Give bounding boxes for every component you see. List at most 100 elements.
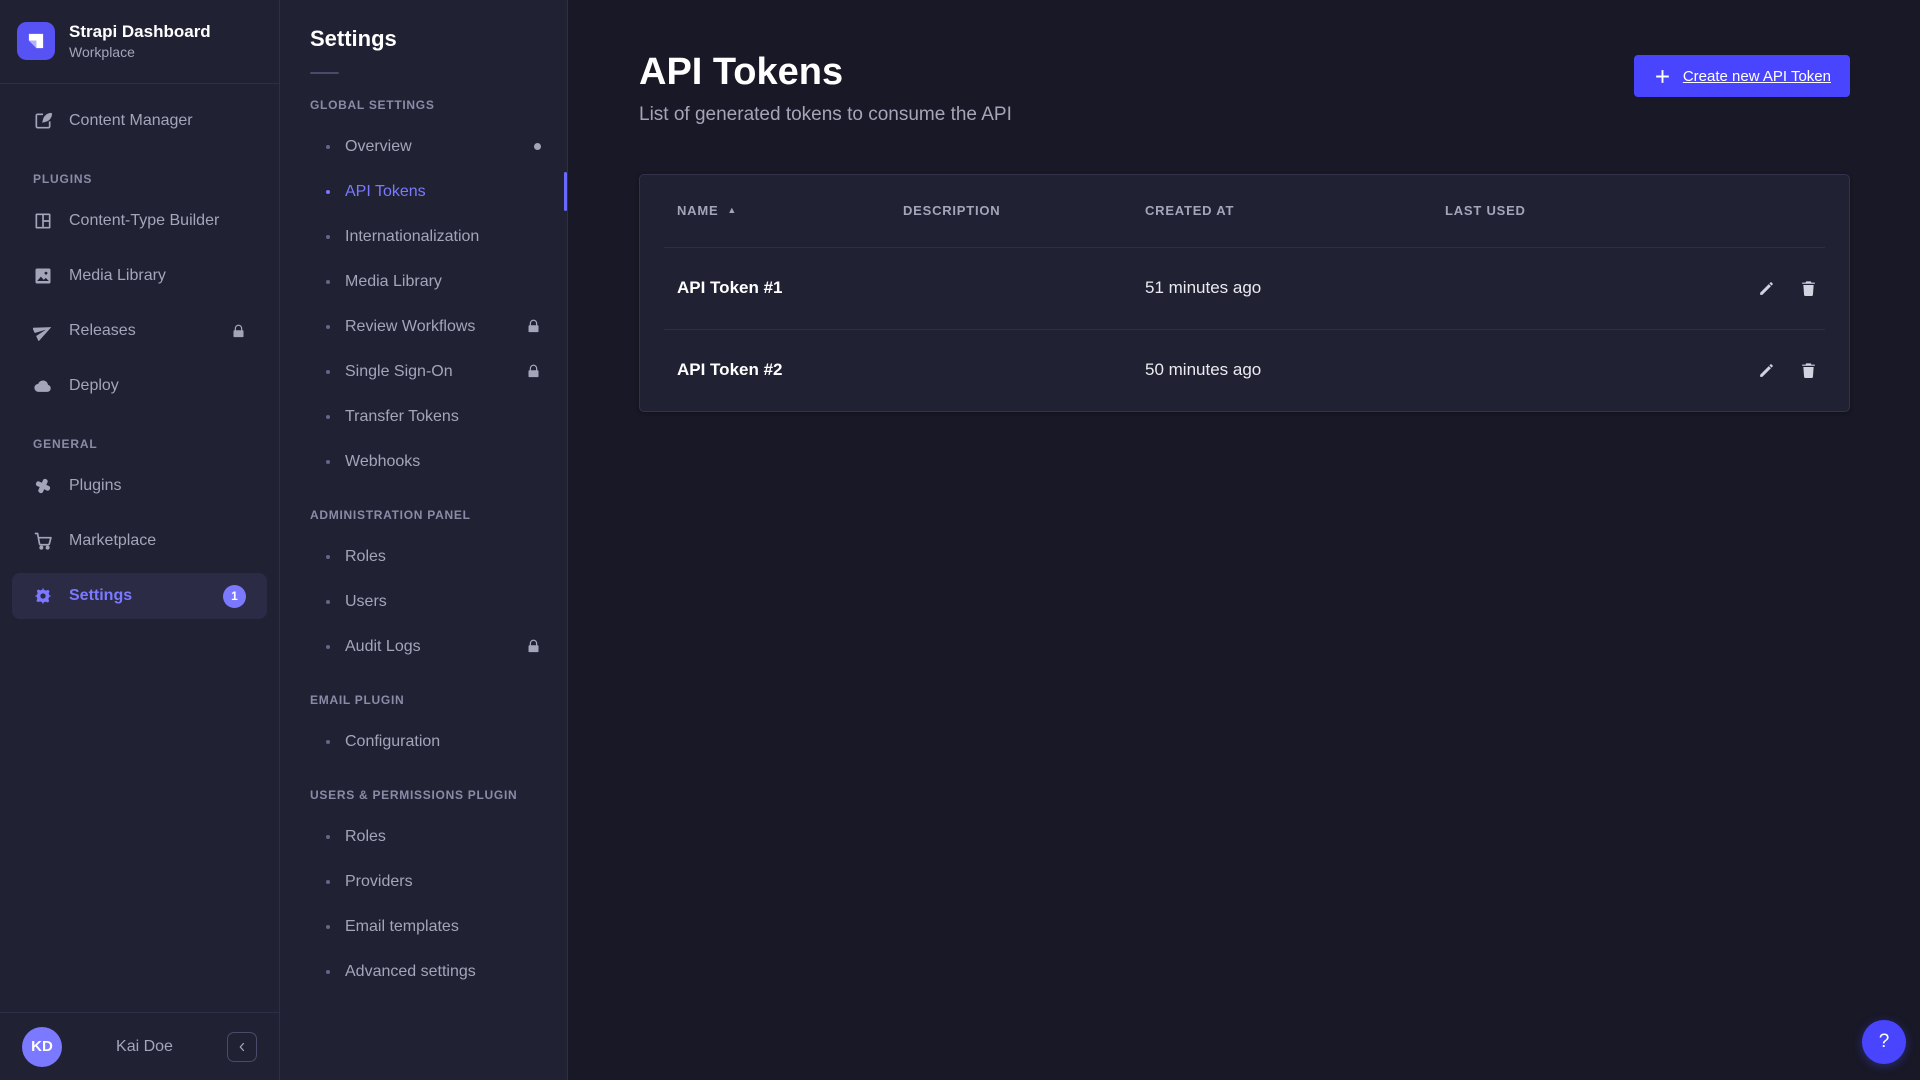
settings-section-header: GLOBAL SETTINGS: [280, 98, 567, 112]
bullet-dot: [326, 835, 330, 839]
settings-nav-item-label: Review Workflows: [345, 318, 475, 336]
bullet-dot: [326, 880, 330, 884]
main-content: API Tokens List of generated tokens to c…: [568, 0, 1920, 1080]
user-menu[interactable]: KD Kai Doe: [0, 1012, 279, 1080]
nav-section: GENERAL Plugins Marketplace Settings 1: [12, 437, 267, 619]
token-name-cell: API Token #1: [677, 278, 903, 298]
settings-nav-item[interactable]: API Tokens: [280, 169, 567, 214]
edit-token-button[interactable]: [1749, 271, 1783, 305]
image-icon: [33, 266, 53, 286]
settings-nav-section: GLOBAL SETTINGS Overview API Tokens Inte…: [280, 98, 567, 484]
settings-nav-list: GLOBAL SETTINGS Overview API Tokens Inte…: [280, 98, 567, 994]
settings-nav-item[interactable]: Media Library: [280, 259, 567, 304]
plus-icon: [1653, 67, 1672, 86]
settings-nav-item[interactable]: Single Sign-On: [280, 349, 567, 394]
settings-nav-item[interactable]: Review Workflows: [280, 304, 567, 349]
nav-item[interactable]: Content Manager: [12, 98, 267, 144]
bullet-dot: [326, 145, 330, 149]
cart-icon: [33, 531, 53, 551]
nav-item-label: Deploy: [69, 377, 119, 395]
bullet-dot: [326, 645, 330, 649]
nav-section-header: PLUGINS: [12, 172, 267, 186]
nav-item[interactable]: Deploy: [12, 363, 267, 409]
bullet-dot: [326, 925, 330, 929]
cloud-icon: [33, 376, 53, 396]
nav-item-label: Marketplace: [69, 532, 156, 550]
settings-nav-item[interactable]: Roles: [280, 534, 567, 579]
column-label: NAME: [677, 203, 718, 218]
settings-nav-item[interactable]: Internationalization: [280, 214, 567, 259]
settings-nav-section: USERS & PERMISSIONS PLUGIN Roles Provide…: [280, 788, 567, 994]
create-api-token-button[interactable]: Create new API Token: [1634, 55, 1850, 97]
notifications-badge: 1: [223, 585, 246, 608]
settings-nav-item[interactable]: Configuration: [280, 719, 567, 764]
column-header[interactable]: LAST USED: [1445, 203, 1723, 218]
feather-icon: [33, 111, 53, 131]
nav-item[interactable]: Plugins: [12, 463, 267, 509]
bullet-dot: [326, 415, 330, 419]
token-name-cell: API Token #2: [677, 360, 903, 380]
avatar[interactable]: KD: [22, 1027, 62, 1067]
nav-section: PLUGINS Content-Type Builder Media Libra…: [12, 172, 267, 409]
settings-nav-item[interactable]: Email templates: [280, 904, 567, 949]
settings-nav-item[interactable]: Roles: [280, 814, 567, 859]
settings-nav-item-label: Overview: [345, 138, 412, 156]
column-label: DESCRIPTION: [903, 203, 1000, 218]
create-button-label: Create new API Token: [1683, 68, 1831, 85]
bullet-dot: [326, 555, 330, 559]
nav-item[interactable]: Settings 1: [12, 573, 267, 619]
paper-plane-icon: [33, 321, 53, 341]
nav-item-label: Releases: [69, 322, 136, 340]
nav-item[interactable]: Releases: [12, 308, 267, 354]
settings-nav-item[interactable]: Users: [280, 579, 567, 624]
bullet-dot: [326, 235, 330, 239]
nav-item-label: Content Manager: [69, 112, 193, 130]
notification-dot: [534, 143, 541, 150]
settings-nav-item-label: Configuration: [345, 733, 440, 751]
lock-icon: [526, 639, 541, 654]
settings-nav-section: ADMINISTRATION PANEL Roles Users Audit L…: [280, 508, 567, 669]
chevron-left-icon: [235, 1040, 249, 1054]
nav-item-label: Settings: [69, 587, 132, 605]
settings-nav-item-label: API Tokens: [345, 183, 426, 201]
trash-icon: [1799, 279, 1818, 298]
column-header[interactable]: NAME ▲: [677, 203, 903, 218]
settings-nav-item[interactable]: Advanced settings: [280, 949, 567, 994]
page-subtitle: List of generated tokens to consume the …: [639, 104, 1012, 126]
settings-section-header: ADMINISTRATION PANEL: [280, 508, 567, 522]
token-created-at-cell: 50 minutes ago: [1145, 360, 1445, 380]
nav-item[interactable]: Marketplace: [12, 518, 267, 564]
edit-token-button[interactable]: [1749, 353, 1783, 387]
lock-icon: [526, 364, 541, 379]
settings-nav-item[interactable]: Providers: [280, 859, 567, 904]
gear-icon: [33, 586, 53, 606]
settings-nav-item[interactable]: Overview: [280, 124, 567, 169]
nav-item[interactable]: Media Library: [12, 253, 267, 299]
settings-nav-item[interactable]: Webhooks: [280, 439, 567, 484]
nav-item-label: Content-Type Builder: [69, 212, 219, 230]
column-header[interactable]: DESCRIPTION: [903, 203, 1145, 218]
delete-token-button[interactable]: [1791, 271, 1825, 305]
nav-section: Content Manager: [12, 98, 267, 144]
settings-subnav: Settings GLOBAL SETTINGS Overview API To…: [280, 0, 568, 1080]
main-sidebar: Strapi Dashboard Workplace Content Manag…: [0, 0, 280, 1080]
settings-nav-item[interactable]: Audit Logs: [280, 624, 567, 669]
nav-item[interactable]: Content-Type Builder: [12, 198, 267, 244]
settings-nav-item-label: Providers: [345, 873, 413, 891]
settings-nav-item-label: Email templates: [345, 918, 459, 936]
help-button[interactable]: ?: [1862, 1020, 1906, 1064]
column-header[interactable]: CREATED AT: [1145, 203, 1445, 218]
settings-nav-item[interactable]: Transfer Tokens: [280, 394, 567, 439]
delete-token-button[interactable]: [1791, 353, 1825, 387]
user-name: Kai Doe: [62, 1038, 227, 1056]
bullet-dot: [326, 190, 330, 194]
help-button-label: ?: [1879, 1031, 1890, 1053]
divider: [310, 72, 339, 74]
table-row[interactable]: API Token #2 50 minutes ago: [664, 329, 1825, 411]
column-label: LAST USED: [1445, 203, 1526, 218]
table-row[interactable]: API Token #1 51 minutes ago: [664, 247, 1825, 329]
bullet-dot: [326, 970, 330, 974]
collapse-sidebar-button[interactable]: [227, 1032, 257, 1062]
page-title: API Tokens: [639, 52, 1012, 94]
brand-title: Strapi Dashboard: [69, 22, 211, 42]
